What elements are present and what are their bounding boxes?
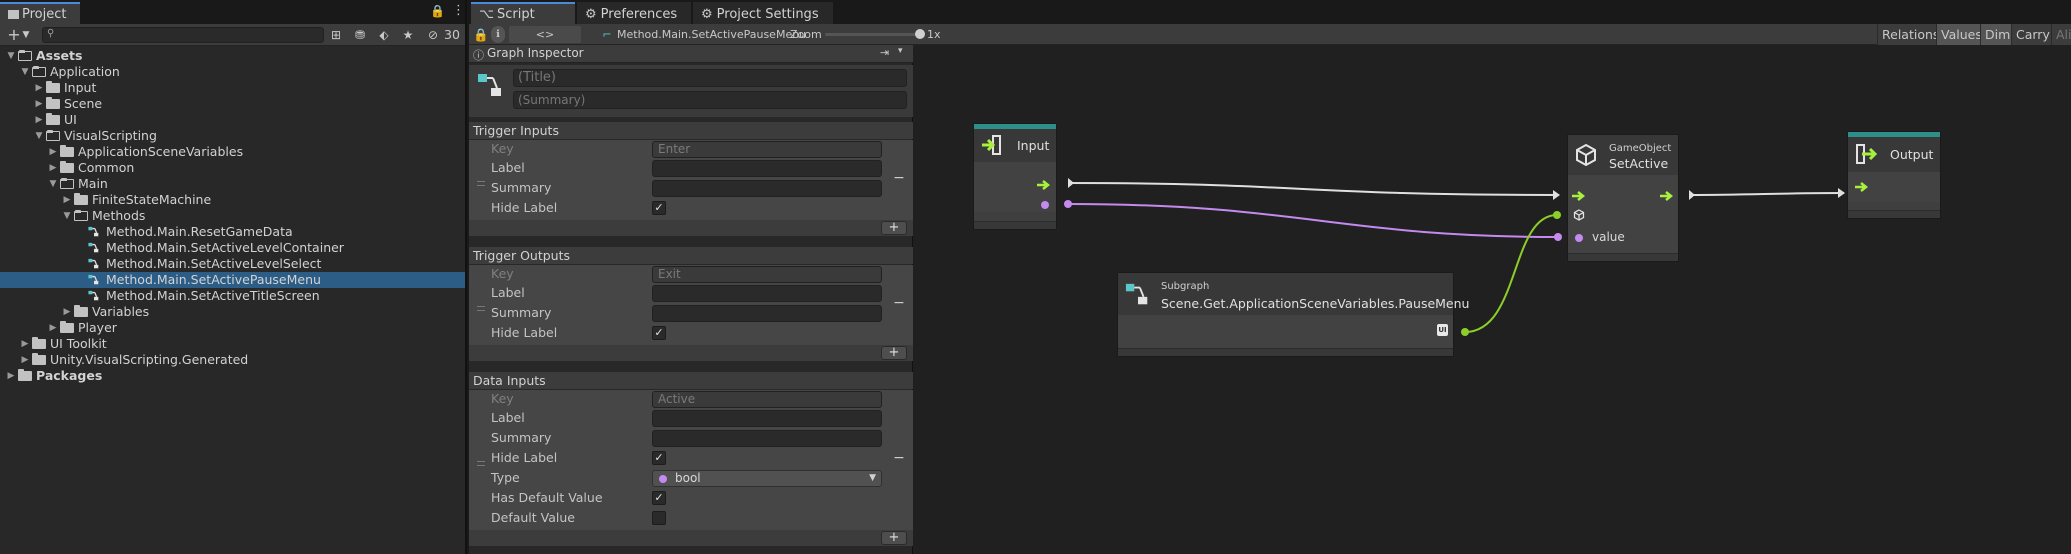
arrow-head-icon [1068,178,1074,188]
output-node-body [1848,172,1940,202]
port-dot [1554,233,1562,241]
flow-input-port-icon[interactable] [1572,191,1586,201]
subgraph-node[interactable]: Subgraph Scene.Get.ApplicationSceneVaria… [1117,272,1469,357]
flow-input-port-icon[interactable] [1855,182,1869,192]
subgraph-node-body: UI [1118,315,1453,348]
subgraph-node-title: Scene.Get.ApplicationSceneVariables.Paus… [1161,296,1470,311]
arrow-head-icon [1553,190,1560,200]
output-icon [1856,144,1878,164]
port-dot [1461,328,1469,336]
object-connection-subgraph-to-setactive [1464,214,1558,333]
node-footer [1118,348,1453,356]
subgraph-node-header: Subgraph Scene.Get.ApplicationSceneVaria… [1118,273,1469,315]
input-node-title: Input [1017,138,1050,153]
setactive-node-kind: GameObject [1609,143,1672,154]
setactive-node-title: SetActive [1609,156,1669,171]
flow-connection-input-to-setactive [1067,182,1559,196]
setactive-node-body: value [1568,175,1678,255]
port-dot [1064,200,1072,208]
input-icon [982,135,1001,155]
graph-connections [1064,178,1845,336]
value-port-label: value [1592,230,1625,244]
arrow-head-icon [1838,188,1845,198]
bool-output-port[interactable] [1041,201,1049,209]
input-node-body [974,162,1056,212]
node-footer [974,221,1056,229]
flow-connection-setactive-to-output [1688,192,1845,196]
subgraph-node-kind: Subgraph [1161,281,1210,292]
arrow-head-icon [1689,190,1695,200]
flow-output-port-icon[interactable] [1660,191,1674,201]
bool-connection-input-to-value [1067,203,1559,238]
node-footer [1568,253,1678,261]
input-node-header: Input [974,129,1056,162]
setactive-node[interactable]: GameObject SetActive value [1567,134,1679,262]
port-dot [1553,211,1561,219]
output-node[interactable]: Output [1847,131,1941,219]
subgraph-icon [1125,283,1148,305]
node-footer [1848,210,1940,218]
output-node-header: Output [1848,137,1940,172]
flow-output-port-icon[interactable] [1037,180,1051,190]
gameobject-cube-icon [1576,143,1596,167]
output-node-title: Output [1890,147,1934,162]
gameobject-port-icon[interactable] [1573,209,1585,221]
input-node[interactable]: Input [973,123,1057,230]
ui-document-port-icon[interactable]: UI [1437,324,1448,336]
bool-input-port[interactable] [1575,234,1583,242]
setactive-node-header: GameObject SetActive [1568,135,1678,175]
